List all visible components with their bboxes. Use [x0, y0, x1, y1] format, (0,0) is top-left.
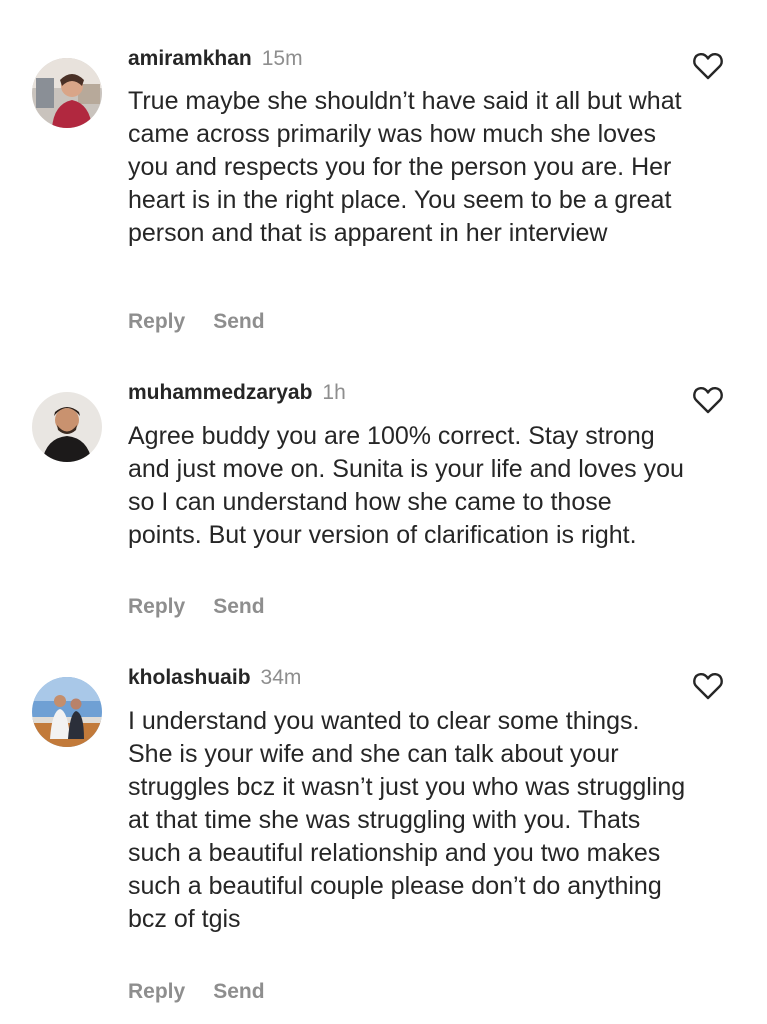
avatar[interactable]	[32, 677, 102, 747]
timestamp: 34m	[260, 666, 302, 689]
send-button[interactable]: Send	[213, 595, 264, 618]
comment-actions: Reply Send	[128, 307, 293, 337]
comment-actions: Reply Send	[128, 592, 293, 622]
username[interactable]: amiramkhan	[128, 47, 252, 70]
comment-meta: muhammedzaryab 1h	[128, 378, 346, 408]
comment-meta: amiramkhan 15m	[128, 44, 303, 74]
send-button[interactable]: Send	[213, 310, 264, 333]
heart-outline-icon[interactable]	[692, 385, 724, 415]
avatar[interactable]	[32, 58, 102, 128]
avatar[interactable]	[32, 392, 102, 462]
comment-text: Agree buddy you are 100% correct. Stay s…	[128, 422, 684, 549]
comment-text: True maybe she shouldn’t have said it al…	[128, 87, 682, 247]
comment-text: I understand you wanted to clear some th…	[128, 707, 686, 933]
comment-meta: kholashuaib 34m	[128, 663, 301, 693]
reply-button[interactable]: Reply	[128, 310, 185, 333]
comment-item: muhammedzaryab 1h Agree buddy you are 100…	[0, 378, 767, 638]
username[interactable]: kholashuaib	[128, 666, 251, 689]
comment-item: kholashuaib 34m I understand you wanted t…	[0, 663, 767, 1023]
timestamp: 1h	[322, 381, 346, 404]
comment-item: amiramkhan 15m True maybe she shouldn’t h…	[0, 44, 767, 344]
send-button[interactable]: Send	[213, 980, 264, 1003]
heart-outline-icon[interactable]	[692, 671, 724, 701]
timestamp: 15m	[261, 47, 303, 70]
comment-actions: Reply Send	[128, 977, 293, 1007]
reply-button[interactable]: Reply	[128, 980, 185, 1003]
heart-outline-icon[interactable]	[692, 51, 724, 81]
reply-button[interactable]: Reply	[128, 595, 185, 618]
username[interactable]: muhammedzaryab	[128, 381, 312, 404]
